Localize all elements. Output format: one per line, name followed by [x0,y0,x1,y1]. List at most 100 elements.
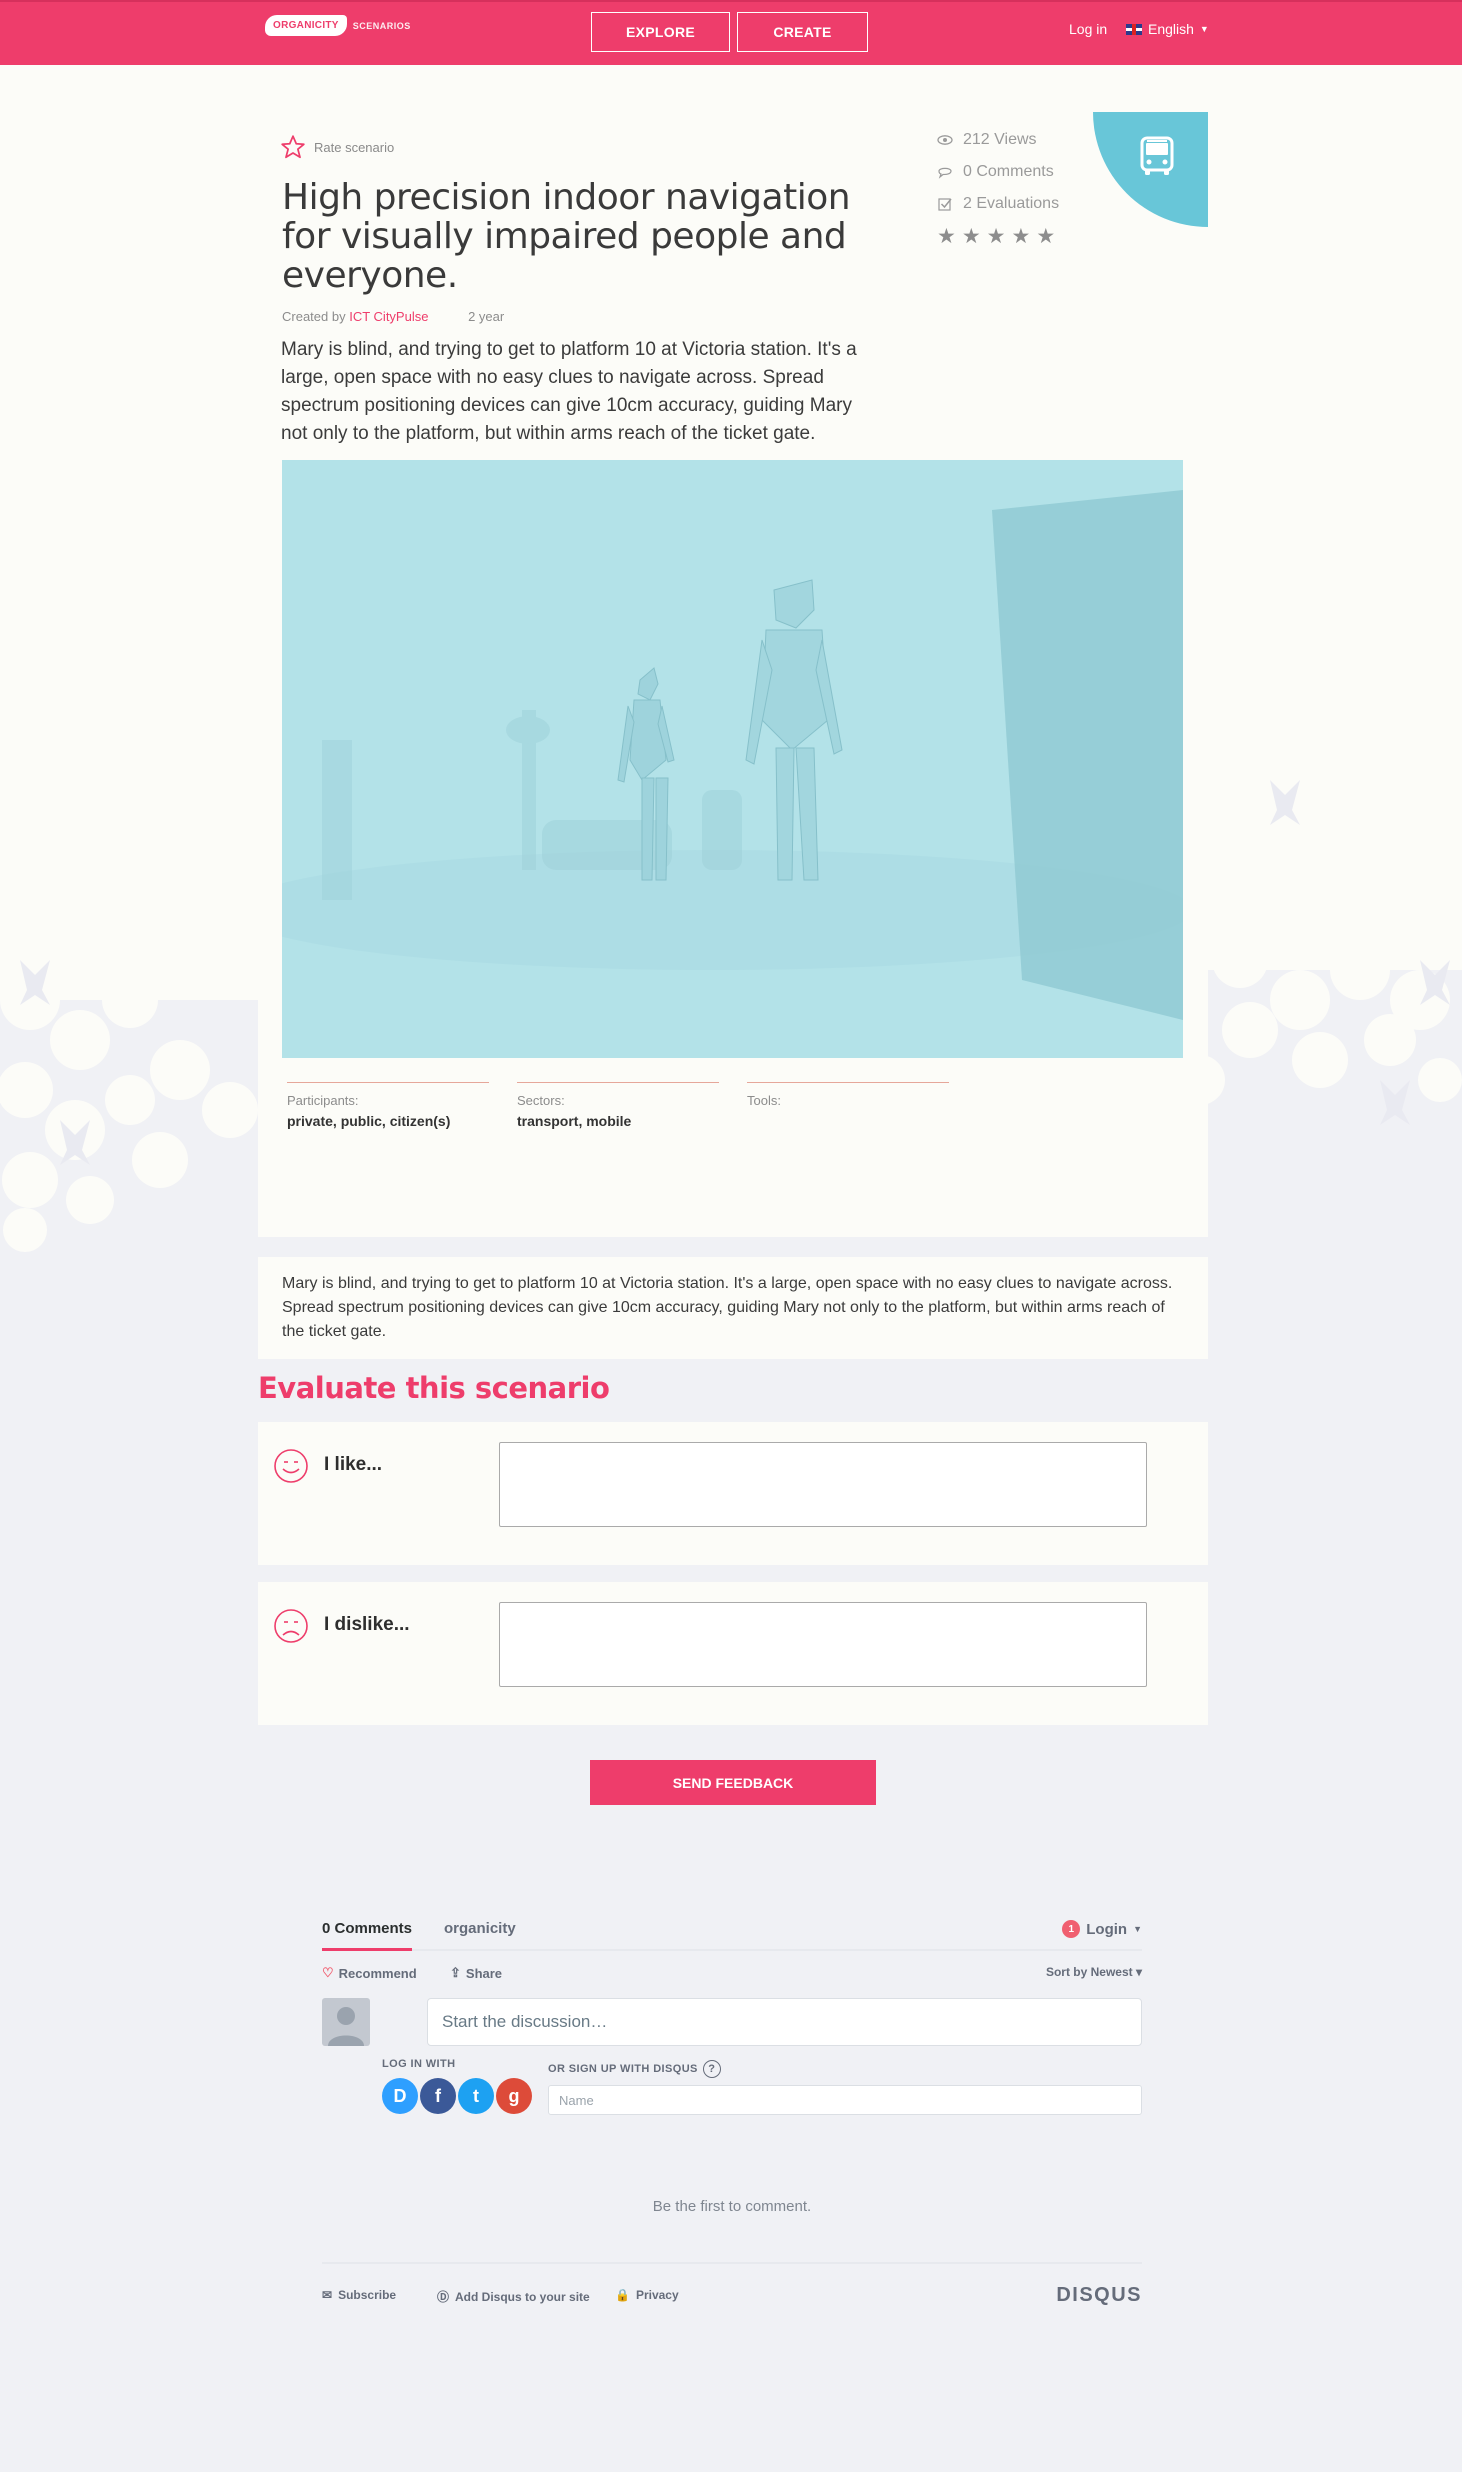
uk-flag-icon [1126,23,1142,35]
sort-label: Sort by Newest [1045,1965,1133,1979]
add-disqus-label: Add Disqus to your site [455,2289,590,2304]
signup-text: OR SIGN UP WITH DISQUS [548,2063,698,2075]
language-selector[interactable]: English ▼ [1126,21,1209,37]
organicity-logo[interactable]: ORGANICITY SCENARIOS [265,15,411,36]
logo-badge: ORGANICITY [265,15,347,36]
caret-down-icon: ▼ [1199,24,1209,34]
disqus-login[interactable]: 1 Login ▼ [1062,1920,1142,1938]
scenario-image [282,460,1183,1058]
evaluations-count: 2 Evaluations [963,195,1060,212]
user-silhouette-icon [328,2007,364,2046]
star-icon[interactable]: ★ [987,226,1006,248]
scenario-stats: 212 Views 0 Comments 2 Evaluations ★ ★ ★… [937,124,1059,248]
subscribe-link[interactable]: ✉ Subscribe [322,2288,396,2302]
explore-button[interactable]: EXPLORE [591,12,730,52]
comment-input[interactable]: Start the discussion… [427,1998,1142,2046]
speech-bubble-icon [938,167,952,179]
subscribe-label: Subscribe [338,2288,397,2302]
dislike-box: I dislike... [258,1582,1208,1725]
disqus-tabs: 0 Comments organicity 1 Login ▼ [322,1910,1142,1951]
social-login: D f t g [382,2078,532,2114]
scenario-summary: Mary is blind, and trying to get to plat… [281,339,857,444]
lock-icon: 🔒 [615,2288,630,2302]
sectors-field: Sectors: transport, mobile [517,1082,719,1129]
disqus-thread: 0 Comments organicity 1 Login ▼ ♡ Recomm… [322,1910,1142,2306]
signup-label: OR SIGN UP WITH DISQUS ? [548,2060,721,2078]
heart-icon: ♡ [322,1965,334,1980]
twitter-icon[interactable]: t [458,2078,494,2114]
notification-badge: 1 [1062,1920,1081,1938]
scenario-meta: Created by ICT CityPulse 2 year [282,309,504,324]
tab-comments[interactable]: 0 Comments [322,1920,413,1951]
tab-community[interactable]: organicity [444,1920,516,1937]
disqus-footer: ✉ Subscribe Ⓓ Add Disqus to your site 🔒 … [322,2262,1142,2322]
star-icon[interactable]: ★ [1036,226,1055,248]
facebook-icon[interactable]: f [420,2078,456,2114]
disqus-login-icon[interactable]: D [382,2078,418,2114]
disqus-d-icon: Ⓓ [437,2290,450,2304]
scenario-title: High precision indoor navigation for vis… [282,177,851,296]
send-feedback-button[interactable]: SEND FEEDBACK [590,1760,876,1805]
comments-count: 0 Comments [963,163,1054,180]
empty-comments-message: Be the first to comment. [652,2198,812,2215]
views-stat: 212 Views [937,124,1059,156]
recommend-label: Recommend [338,1965,417,1981]
eye-icon [937,135,953,145]
scenario-description: Mary is blind, and trying to get to plat… [258,1257,1208,1359]
name-input[interactable]: Name [548,2085,1142,2115]
like-textarea[interactable] [499,1442,1147,1527]
created-by-label: Created by [282,309,346,324]
evaluate-title: Evaluate this scenario [258,1371,610,1405]
share-button[interactable]: ⇪ Share [450,1965,502,1981]
star-outline-icon [281,135,305,159]
comments-stat: 0 Comments [937,156,1059,188]
bus-icon [1140,136,1174,175]
sectors-value: transport, mobile [517,1113,632,1129]
help-icon[interactable]: ? [702,2060,721,2078]
disqus-login-label: Login [1086,1920,1128,1938]
rate-scenario[interactable]: Rate scenario [280,134,394,160]
add-disqus-link[interactable]: Ⓓ Add Disqus to your site [437,2288,590,2305]
avatar [322,1998,370,2046]
tools-field: Tools: [747,1082,949,1113]
top-navbar: ORGANICITY SCENARIOS EXPLORE CREATE Log … [0,0,1462,65]
participants-field: Participants: private, public, citizen(s… [287,1082,489,1129]
star-icon[interactable]: ★ [962,226,981,248]
scenario-illustration [282,460,1183,1058]
logo-subtitle: SCENARIOS [352,20,411,31]
create-button[interactable]: CREATE [737,12,868,52]
star-icon[interactable]: ★ [937,226,956,248]
dislike-label: I dislike... [324,1614,410,1635]
privacy-label: Privacy [635,2288,679,2302]
sort-dropdown[interactable]: Sort by Newest ▾ [1046,1965,1142,1979]
views-count: 212 Views [963,131,1037,148]
author-link[interactable]: ICT CityPulse [349,309,428,324]
like-box: I like... [258,1422,1208,1565]
rate-scenario-label: Rate scenario [314,139,395,155]
like-label: I like... [324,1454,383,1475]
dislike-textarea[interactable] [499,1602,1147,1687]
envelope-icon: ✉ [322,2288,333,2302]
disqus-logo[interactable]: DISQUS [1056,2284,1142,2307]
privacy-link[interactable]: 🔒 Privacy [615,2288,679,2302]
language-label: English [1148,21,1194,37]
scenario-age: 2 year [468,309,505,324]
sectors-label: Sectors: [517,1093,565,1108]
google-icon[interactable]: g [496,2078,532,2114]
share-label: Share [465,1965,503,1981]
disqus-actions: ♡ Recommend ⇪ Share Sort by Newest ▾ [322,1951,1142,1987]
recommend-button[interactable]: ♡ Recommend [322,1965,417,1981]
tools-label: Tools: [747,1093,781,1108]
rating-stars[interactable]: ★ ★ ★ ★ ★ [937,226,1059,248]
smiley-icon [274,1449,308,1483]
participants-label: Participants: [287,1093,359,1108]
share-icon: ⇪ [450,1965,461,1980]
login-link[interactable]: Log in [1069,21,1107,37]
checkbox-icon [938,198,952,211]
caret-down-icon: ▼ [1133,1924,1142,1934]
participants-value: private, public, citizen(s) [287,1113,451,1129]
log-in-with-label: LOG IN WITH [382,2058,456,2070]
star-icon[interactable]: ★ [1011,226,1030,248]
sad-face-icon [274,1609,308,1643]
evaluations-stat: 2 Evaluations [937,188,1059,220]
